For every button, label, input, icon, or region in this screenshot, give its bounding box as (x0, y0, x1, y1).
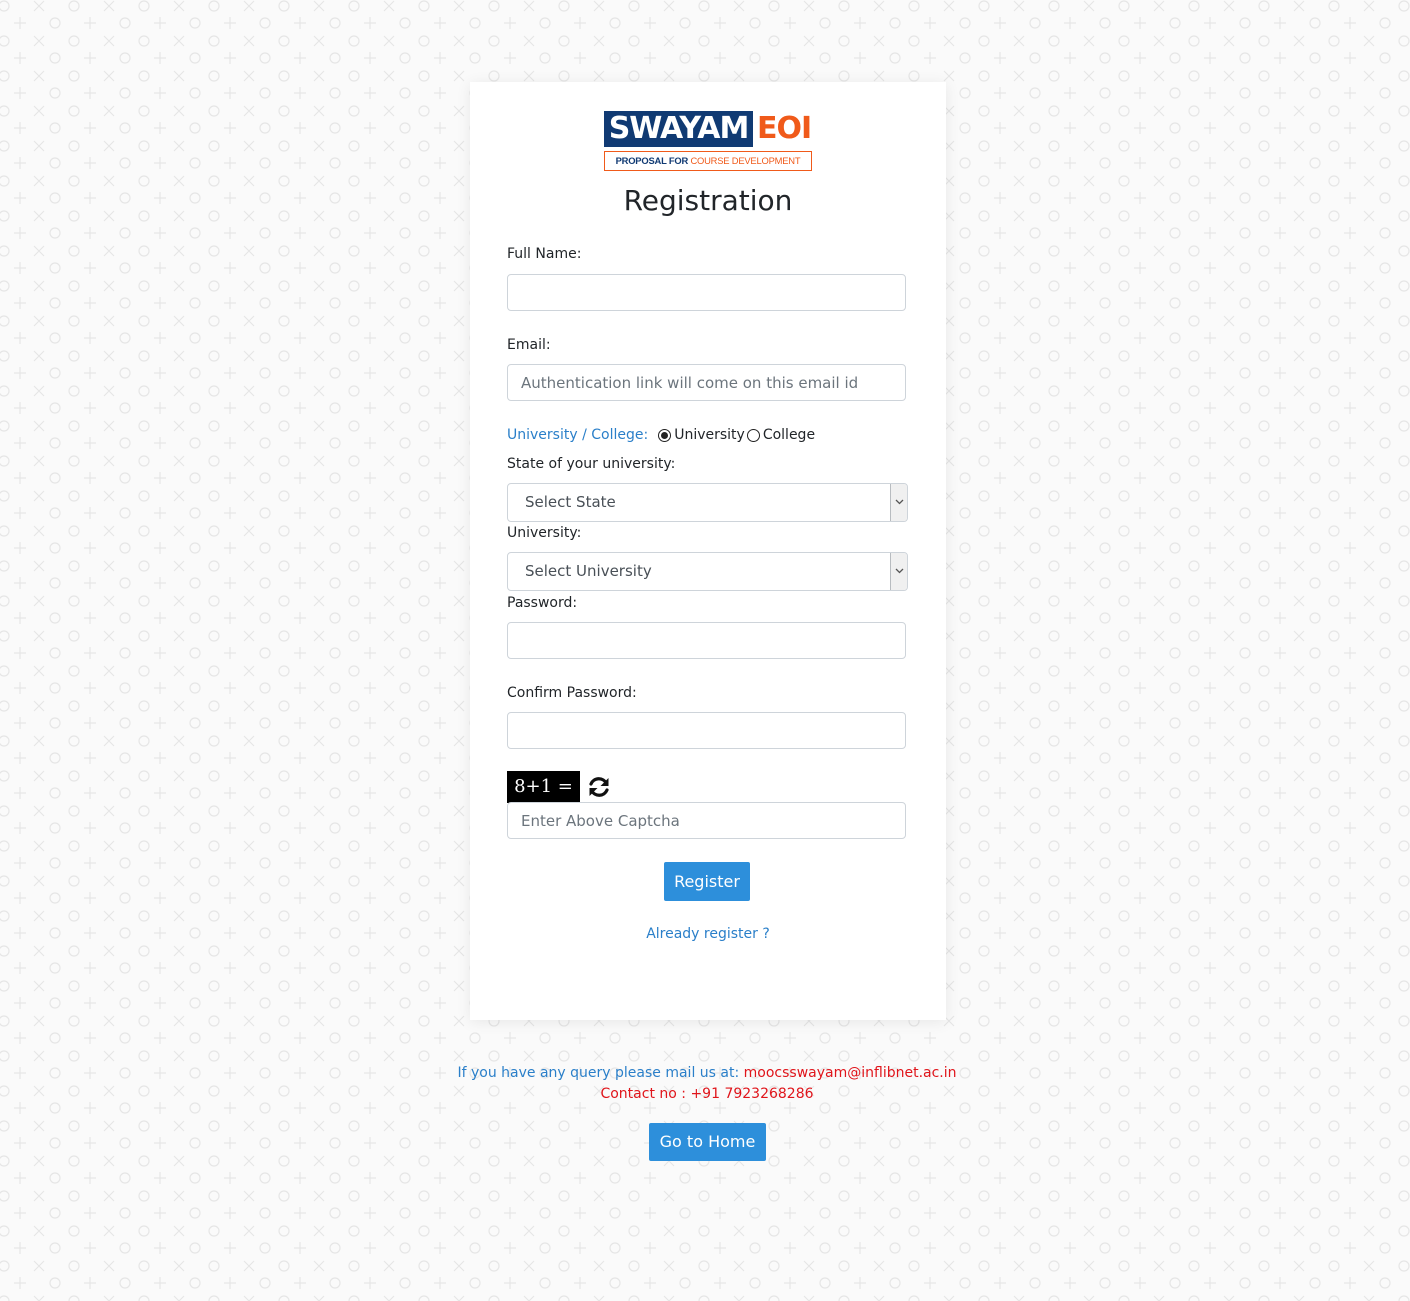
chevron-down-icon[interactable] (890, 553, 907, 590)
chevron-down-icon[interactable] (890, 484, 907, 521)
email-input[interactable] (507, 364, 906, 401)
full-name-label: Full Name: (507, 246, 582, 262)
logo-tagline-part1: PROPOSAL FOR (615, 155, 689, 166)
state-select-value: Select State (525, 493, 616, 511)
university-radio-label: University (674, 427, 745, 443)
register-button[interactable]: Register (664, 862, 750, 901)
university-select-value: Select University (525, 562, 652, 580)
footer-query: If you have any query please mail us at:… (0, 1065, 1410, 1081)
password-input[interactable] (507, 622, 906, 659)
confirm-password-input[interactable] (507, 712, 906, 749)
footer-email-link[interactable]: moocsswayam@inflibnet.ac.in (744, 1065, 957, 1081)
go-to-home-button[interactable]: Go to Home (649, 1123, 766, 1161)
registration-card: SWAYAM EOI PROPOSAL FOR COURSE DEVELOPME… (470, 82, 946, 1020)
logo-tagline-part2: COURSE DEVELOPMENT (690, 155, 801, 166)
captcha-input[interactable] (507, 802, 906, 839)
radio-option-college[interactable]: College (746, 427, 816, 443)
confirm-password-label: Confirm Password: (507, 685, 637, 701)
logo-tagline: PROPOSAL FOR COURSE DEVELOPMENT (604, 151, 812, 171)
captcha-image: 8+1 = ? (507, 771, 580, 829)
captcha-row: 8+1 = ? (507, 771, 612, 829)
already-registered-link[interactable]: Already register ? (470, 926, 946, 942)
university-select[interactable]: Select University (507, 552, 908, 591)
university-label: University: (507, 525, 582, 541)
college-radio[interactable] (746, 428, 760, 442)
swayam-eoi-logo: SWAYAM EOI PROPOSAL FOR COURSE DEVELOPME… (604, 111, 812, 175)
footer-contact: Contact no : +91 7923268286 (600, 1086, 814, 1102)
state-select[interactable]: Select State (507, 483, 908, 522)
college-radio-label: College (762, 427, 816, 443)
state-label: State of your university: (507, 456, 676, 472)
footer-query-text: If you have any query please mail us at: (457, 1065, 744, 1081)
logo-brand: SWAYAM (604, 111, 753, 147)
university-radio[interactable] (658, 428, 672, 442)
institution-type-group: University / College: University College (507, 425, 817, 445)
password-label: Password: (507, 595, 578, 611)
radio-option-university[interactable]: University (658, 427, 745, 443)
full-name-input[interactable] (507, 274, 906, 311)
page-title: Registration (623, 184, 793, 217)
institution-type-label: University / College: (507, 427, 649, 443)
logo-suffix: EOI (757, 111, 812, 146)
email-label: Email: (507, 337, 551, 353)
refresh-icon[interactable] (586, 774, 612, 800)
